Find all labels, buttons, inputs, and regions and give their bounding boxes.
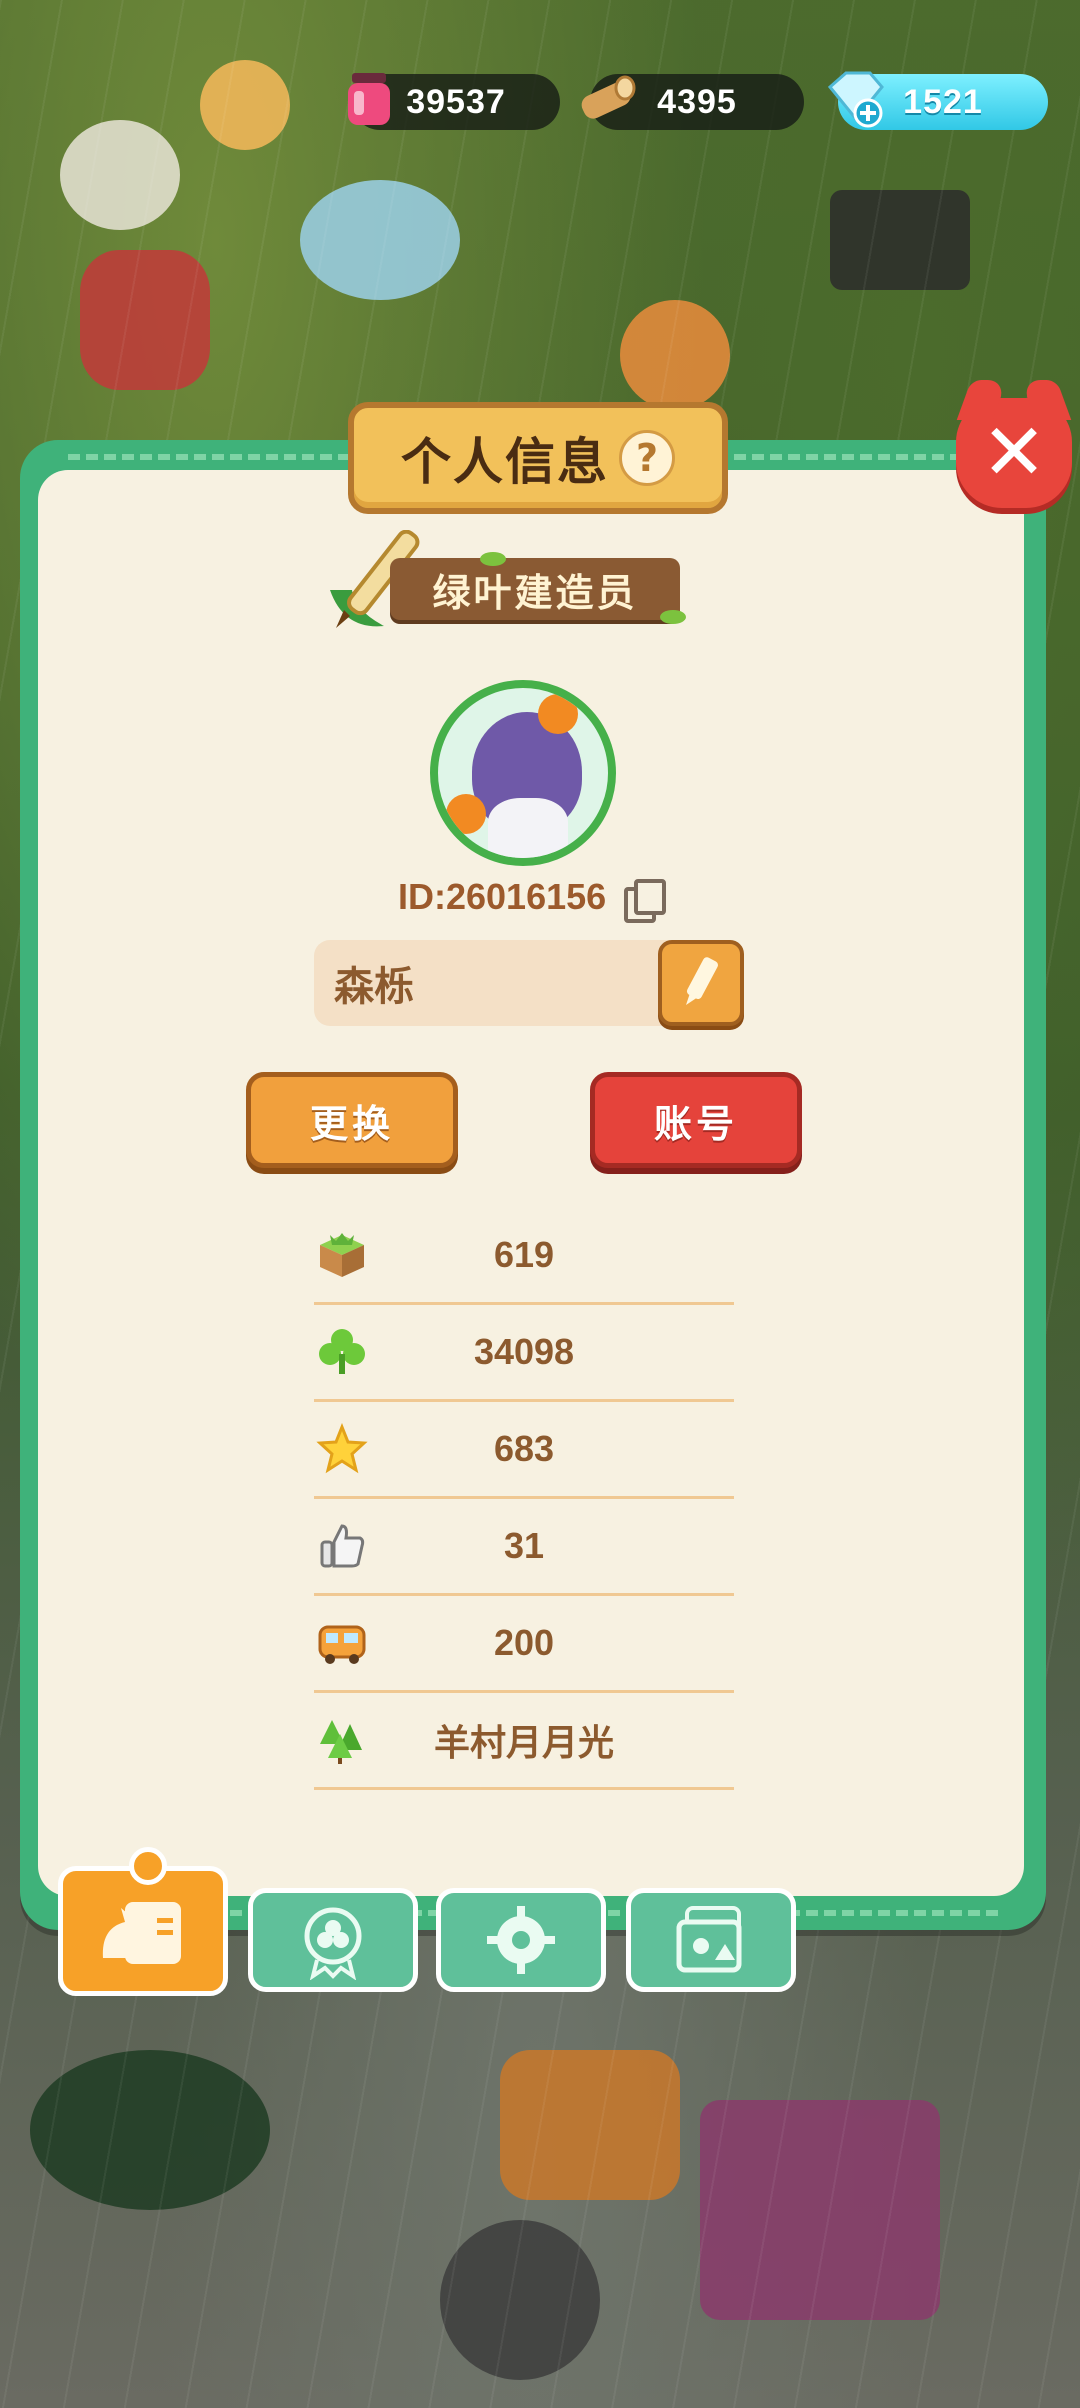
stats-list: 619 34098 683 31 200 羊村月月光 (314, 1208, 734, 1790)
builder-title-sign: 绿叶建造员 (390, 558, 680, 620)
tab-album[interactable] (626, 1888, 796, 1992)
close-button[interactable]: ✕ (956, 398, 1072, 508)
stall-decoration (500, 2050, 680, 2200)
copy-icon[interactable] (624, 879, 667, 923)
stat-row-likes: 31 (314, 1499, 734, 1596)
donkey-characters (440, 2220, 600, 2380)
piano-decoration (830, 190, 970, 290)
stat-value-village: 羊村月月光 (433, 1722, 614, 1763)
user-id-row: ID:26016156 (398, 872, 667, 923)
stat-value-clover: 34098 (473, 1331, 575, 1372)
heart-arch-decoration (80, 250, 210, 390)
flower-icon (446, 794, 486, 834)
sheep-decoration (60, 120, 180, 230)
stat-value-grass: 619 (493, 1234, 555, 1275)
change-avatar-button[interactable]: 更换 (246, 1072, 458, 1168)
stat-value-likes: 31 (503, 1525, 545, 1566)
tab-profile[interactable] (58, 1847, 228, 1996)
dialog-title-plate: 个人信息 ? (348, 402, 728, 514)
tapir-belly (488, 798, 568, 858)
clover-badge-icon (304, 1907, 362, 1980)
account-button[interactable]: 账号 (590, 1072, 802, 1168)
close-icon: ✕ (981, 408, 1047, 498)
ink-bottle-icon (334, 64, 404, 134)
stat-row-bus: 200 (314, 1596, 734, 1693)
ink-resource[interactable]: 39537 (348, 73, 560, 130)
stat-row-clover: 34098 (314, 1305, 734, 1402)
flower-icon (538, 694, 578, 734)
dialog-title: 个人信息 (401, 433, 609, 491)
gem-resource[interactable]: 1521 (827, 71, 1048, 130)
tab-settings[interactable] (436, 1888, 606, 1992)
stat-row-star: 683 (314, 1402, 734, 1499)
photo-album-icon (676, 1906, 742, 1973)
builder-title: 绿叶建造员 (320, 530, 686, 640)
edit-name-button[interactable] (658, 940, 744, 1026)
mushroom-decoration (620, 300, 730, 410)
pencil-icon (686, 957, 718, 1005)
leaf-icon (480, 552, 506, 566)
nickname-value: 森栎 (334, 964, 414, 1010)
user-id: ID:26016156 (398, 876, 607, 917)
tab-achievements[interactable] (248, 1888, 418, 1992)
gear-icon (487, 1906, 555, 1974)
flower-decoration (200, 60, 290, 150)
crates-decoration (700, 2100, 940, 2320)
diamond-plus-icon[interactable] (820, 64, 890, 134)
bushes-decoration (30, 2050, 270, 2210)
stat-value-bus: 200 (493, 1622, 555, 1663)
avatar[interactable] (430, 680, 616, 866)
help-icon[interactable]: ? (619, 430, 675, 486)
leaf-icon (660, 610, 686, 624)
wood-resource[interactable]: 4395 (581, 74, 804, 130)
stat-row-village: 羊村月月光 (314, 1693, 734, 1790)
fountain-decoration (300, 180, 460, 300)
stat-value-star: 683 (493, 1428, 555, 1469)
stat-row-grass: 619 (314, 1208, 734, 1305)
profile-card-icon (102, 1902, 181, 1964)
wood-log-icon (572, 64, 642, 134)
tab-hook (129, 1847, 167, 1885)
